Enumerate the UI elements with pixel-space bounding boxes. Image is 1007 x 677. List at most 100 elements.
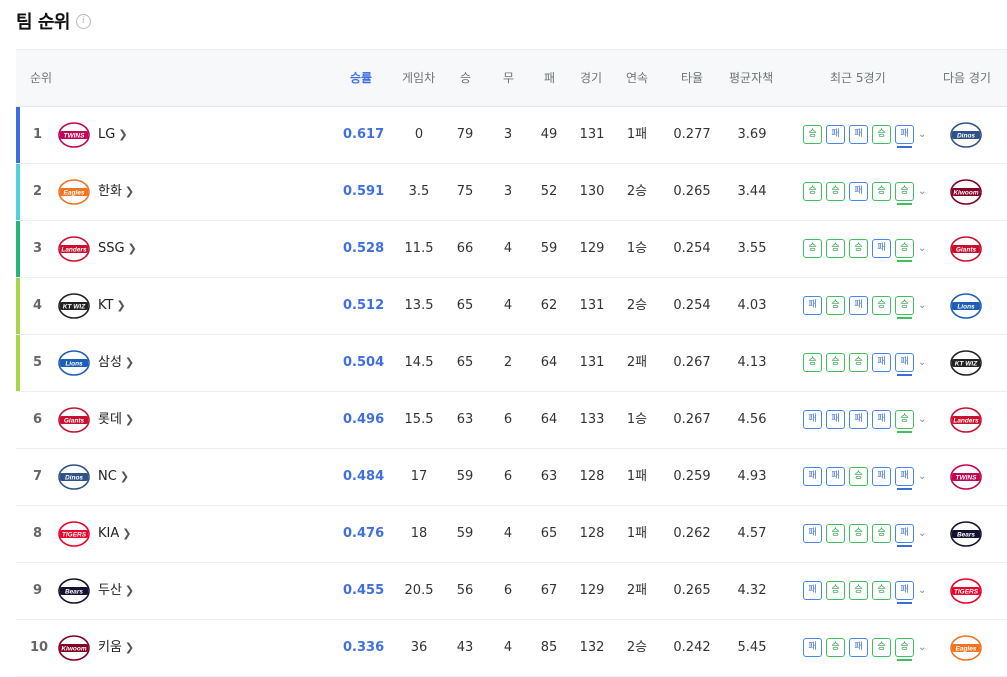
rank-cell: 2 xyxy=(33,184,43,199)
next-opponent-logo-icon[interactable]: Kiwoom xyxy=(950,178,982,206)
streak-cell: 1패 xyxy=(626,526,648,541)
next-opponent-logo-icon[interactable]: Landers xyxy=(950,406,982,434)
chevron-down-icon[interactable]: ⌄ xyxy=(918,528,926,539)
loss-badge: 패 xyxy=(803,581,822,600)
chevron-right-icon: ❯ xyxy=(122,527,132,540)
chevron-down-icon[interactable]: ⌄ xyxy=(918,414,926,425)
rank-cell: 10 xyxy=(30,640,49,655)
team-logo-icon: KT WIZ xyxy=(58,292,90,320)
loss-badge: 패 xyxy=(849,410,868,429)
team-link[interactable]: 롯데 ❯ xyxy=(98,392,134,448)
team-link[interactable]: SSG ❯ xyxy=(98,221,137,277)
rank-cell: 8 xyxy=(33,526,43,541)
team-link[interactable]: KT ❯ xyxy=(98,278,126,334)
team-name: 키움 xyxy=(98,640,122,655)
header-wins[interactable]: 승 xyxy=(460,50,471,106)
games-behind-cell: 14.5 xyxy=(404,355,434,370)
next-opponent-logo-icon[interactable]: Eagles xyxy=(950,634,982,662)
team-link[interactable]: 삼성 ❯ xyxy=(98,335,134,391)
losses-cell: 63 xyxy=(540,469,558,484)
chevron-down-icon[interactable]: ⌄ xyxy=(918,300,926,311)
wins-cell: 66 xyxy=(456,241,474,256)
header-losses[interactable]: 패 xyxy=(544,50,555,106)
chevron-down-icon[interactable]: ⌄ xyxy=(918,642,926,653)
games-cell: 128 xyxy=(579,469,605,484)
team-link[interactable]: 두산 ❯ xyxy=(98,563,134,619)
chevron-right-icon: ❯ xyxy=(124,584,135,597)
recent-5-games: 승 패 패 승 패 ⌄ xyxy=(803,125,926,148)
games-behind-cell: 18 xyxy=(410,526,428,541)
next-opponent-logo-icon[interactable]: TWINS xyxy=(950,463,982,491)
header-games-behind[interactable]: 게임차 xyxy=(402,50,435,106)
recent-5-games: 패 패 승 패 패 ⌄ xyxy=(803,467,926,490)
recent-5-games: 패 승 패 승 승 ⌄ xyxy=(803,638,926,661)
svg-text:Lions: Lions xyxy=(957,304,975,311)
win-badge: 승 xyxy=(849,581,868,600)
win-badge: 승 xyxy=(803,125,822,144)
next-opponent-logo-icon[interactable]: Lions xyxy=(950,292,982,320)
era-cell: 4.13 xyxy=(737,355,767,370)
next-opponent-logo-icon[interactable]: KT WIZ xyxy=(950,349,982,377)
header-batting-avg[interactable]: 타율 xyxy=(681,50,703,106)
team-logo-icon: Dinos xyxy=(58,463,90,491)
table-row: 1 TWINS LG ❯ 0.617 0 79 3 49 131 1패 0.277 3.69 승 패 패 승 패 ⌄… xyxy=(16,107,1007,164)
win-badge: 승 xyxy=(849,353,868,372)
team-link[interactable]: 키움 ❯ xyxy=(98,620,134,676)
era-cell: 3.69 xyxy=(737,127,767,142)
svg-text:Eagles: Eagles xyxy=(64,190,85,197)
loss-badge: 패 xyxy=(803,410,822,429)
loss-badge: 패 xyxy=(826,125,845,144)
chevron-right-icon: ❯ xyxy=(127,242,137,255)
streak-cell: 2승 xyxy=(626,298,648,313)
draws-cell: 6 xyxy=(503,469,513,484)
chevron-down-icon[interactable]: ⌄ xyxy=(918,357,926,368)
info-icon[interactable]: i xyxy=(75,13,91,29)
header-era[interactable]: 평균자책 xyxy=(729,50,773,106)
win-badge: 승 xyxy=(895,638,914,661)
loss-badge: 패 xyxy=(872,353,891,372)
team-link[interactable]: 한화 ❯ xyxy=(98,164,134,220)
next-opponent-logo-icon[interactable]: TIGERS xyxy=(950,577,982,605)
chevron-down-icon[interactable]: ⌄ xyxy=(918,129,926,140)
team-logo-icon: Lions xyxy=(58,349,90,377)
losses-cell: 65 xyxy=(540,526,558,541)
header-draws[interactable]: 무 xyxy=(503,50,514,106)
chevron-down-icon[interactable]: ⌄ xyxy=(918,243,926,254)
games-cell: 130 xyxy=(579,184,605,199)
team-name: KT xyxy=(98,298,114,313)
games-behind-cell: 13.5 xyxy=(404,298,434,313)
team-name: 롯데 xyxy=(98,412,122,427)
team-logo-icon: Eagles xyxy=(58,178,90,206)
chevron-down-icon[interactable]: ⌄ xyxy=(918,585,926,596)
header-games[interactable]: 경기 xyxy=(580,50,602,106)
batting-avg-cell: 0.265 xyxy=(673,583,711,598)
team-link[interactable]: NC ❯ xyxy=(98,449,129,505)
table-row: 5 Lions 삼성 ❯ 0.504 14.5 65 2 64 131 2패 0.267 4.13 승 승 승… xyxy=(16,335,1007,392)
header-rank[interactable]: 순위 xyxy=(30,50,52,106)
win-pct-cell: 0.455 xyxy=(343,583,385,598)
next-opponent-logo-icon[interactable]: Dinos xyxy=(950,121,982,149)
win-badge: 승 xyxy=(872,125,891,144)
loss-badge: 패 xyxy=(803,296,822,315)
draws-cell: 4 xyxy=(503,526,513,541)
draws-cell: 2 xyxy=(503,355,513,370)
chevron-down-icon[interactable]: ⌄ xyxy=(918,471,926,482)
team-name: 한화 xyxy=(98,184,122,199)
team-link[interactable]: KIA ❯ xyxy=(98,506,131,562)
batting-avg-cell: 0.262 xyxy=(673,526,711,541)
wins-cell: 43 xyxy=(456,640,474,655)
svg-text:TWINS: TWINS xyxy=(64,133,86,140)
header-streak[interactable]: 연속 xyxy=(626,50,648,106)
losses-cell: 62 xyxy=(540,298,558,313)
next-opponent-logo-icon[interactable]: Bears xyxy=(950,520,982,548)
team-link[interactable]: LG ❯ xyxy=(98,107,128,163)
batting-avg-cell: 0.267 xyxy=(673,355,711,370)
team-name: LG xyxy=(98,127,116,142)
next-opponent-logo-icon[interactable]: Giants xyxy=(950,235,982,263)
chevron-down-icon[interactable]: ⌄ xyxy=(918,186,926,197)
win-badge: 승 xyxy=(803,353,822,372)
title-row: 팀 순위 i xyxy=(16,8,91,34)
era-cell: 4.32 xyxy=(737,583,767,598)
team-logo-icon: Landers xyxy=(58,235,90,263)
header-win-pct[interactable]: 승률 xyxy=(350,50,372,106)
